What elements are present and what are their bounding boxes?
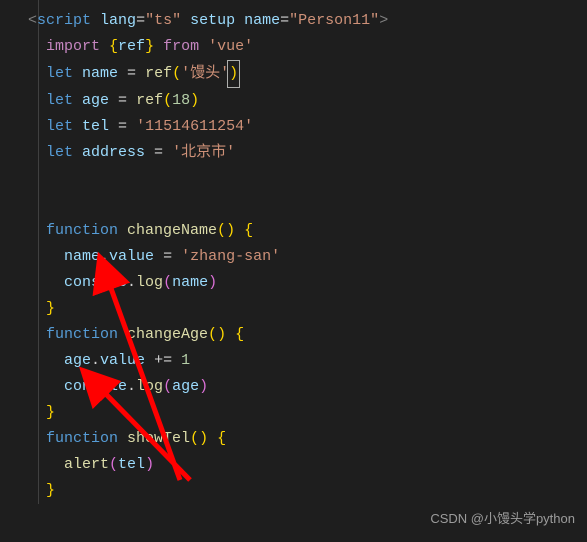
- watermark-text: CSDN @小馒头学python: [430, 506, 575, 532]
- fn-changeName: changeName: [127, 222, 217, 239]
- argument: tel: [118, 456, 145, 473]
- method-log: log: [136, 274, 163, 291]
- code-line[interactable]: console.log(name): [28, 270, 587, 296]
- code-line[interactable]: let address = '北京市': [28, 140, 587, 166]
- code-line[interactable]: function changeName() {: [28, 218, 587, 244]
- fn-ref: ref: [136, 92, 163, 109]
- keyword-let: let: [46, 65, 82, 82]
- keyword-function: function: [46, 326, 127, 343]
- identifier: ref: [118, 38, 145, 55]
- attr-value: "Person11": [289, 12, 379, 29]
- fn-showTel: showTel: [127, 430, 190, 447]
- attr-value: "ts": [145, 12, 181, 29]
- property: value: [100, 352, 145, 369]
- var-address: address: [82, 144, 145, 161]
- number-literal: 1: [181, 352, 190, 369]
- code-line[interactable]: [28, 192, 587, 218]
- fn-alert: alert: [64, 456, 109, 473]
- close-brace: }: [46, 404, 55, 421]
- attr-setup: setup: [190, 12, 235, 29]
- var-tel: tel: [82, 118, 109, 135]
- identifier: console: [64, 378, 127, 395]
- code-line[interactable]: }: [28, 400, 587, 426]
- keyword-import: import: [46, 38, 109, 55]
- fn-ref: ref: [145, 65, 172, 82]
- code-line[interactable]: let tel = '11514611254': [28, 114, 587, 140]
- keyword-let: let: [46, 144, 82, 161]
- text-cursor: ): [227, 60, 240, 88]
- keyword-let: let: [46, 92, 82, 109]
- code-line[interactable]: }: [28, 296, 587, 322]
- code-line[interactable]: console.log(age): [28, 374, 587, 400]
- keyword-function: function: [46, 222, 127, 239]
- code-line[interactable]: let name = ref('馒头'): [28, 60, 587, 88]
- keyword-function: function: [46, 430, 127, 447]
- method-log: log: [136, 378, 163, 395]
- code-line[interactable]: alert(tel): [28, 452, 587, 478]
- code-line[interactable]: age.value += 1: [28, 348, 587, 374]
- identifier: console: [64, 274, 127, 291]
- code-editor[interactable]: <script lang="ts" setup name="Person11">…: [0, 0, 587, 504]
- number-literal: 18: [172, 92, 190, 109]
- keyword-from: from: [154, 38, 208, 55]
- fn-changeAge: changeAge: [127, 326, 208, 343]
- var-age: age: [82, 92, 109, 109]
- argument: age: [172, 378, 199, 395]
- var-name: name: [82, 65, 118, 82]
- attr-lang: lang: [100, 12, 136, 29]
- identifier: age: [64, 352, 91, 369]
- code-line[interactable]: [28, 166, 587, 192]
- angle-bracket: <: [28, 12, 37, 29]
- code-line[interactable]: let age = ref(18): [28, 88, 587, 114]
- code-line[interactable]: }: [28, 478, 587, 504]
- close-brace: }: [46, 482, 55, 499]
- attr-name: name: [244, 12, 280, 29]
- close-brace: }: [46, 300, 55, 317]
- tag-name: script: [37, 12, 91, 29]
- identifier: name: [64, 248, 100, 265]
- code-line[interactable]: function changeAge() {: [28, 322, 587, 348]
- code-line[interactable]: function showTel() {: [28, 426, 587, 452]
- string-literal: '馒头': [181, 65, 229, 82]
- angle-bracket: >: [379, 12, 388, 29]
- property: value: [109, 248, 154, 265]
- string-literal: '北京市': [172, 144, 235, 161]
- keyword-let: let: [46, 118, 82, 135]
- code-line[interactable]: name.value = 'zhang-san': [28, 244, 587, 270]
- module-string: 'vue': [208, 38, 253, 55]
- argument: name: [172, 274, 208, 291]
- code-line[interactable]: import {ref} from 'vue': [28, 34, 587, 60]
- string-literal: '11514611254': [136, 118, 253, 135]
- string-literal: 'zhang-san': [181, 248, 280, 265]
- code-line[interactable]: <script lang="ts" setup name="Person11">: [28, 8, 587, 34]
